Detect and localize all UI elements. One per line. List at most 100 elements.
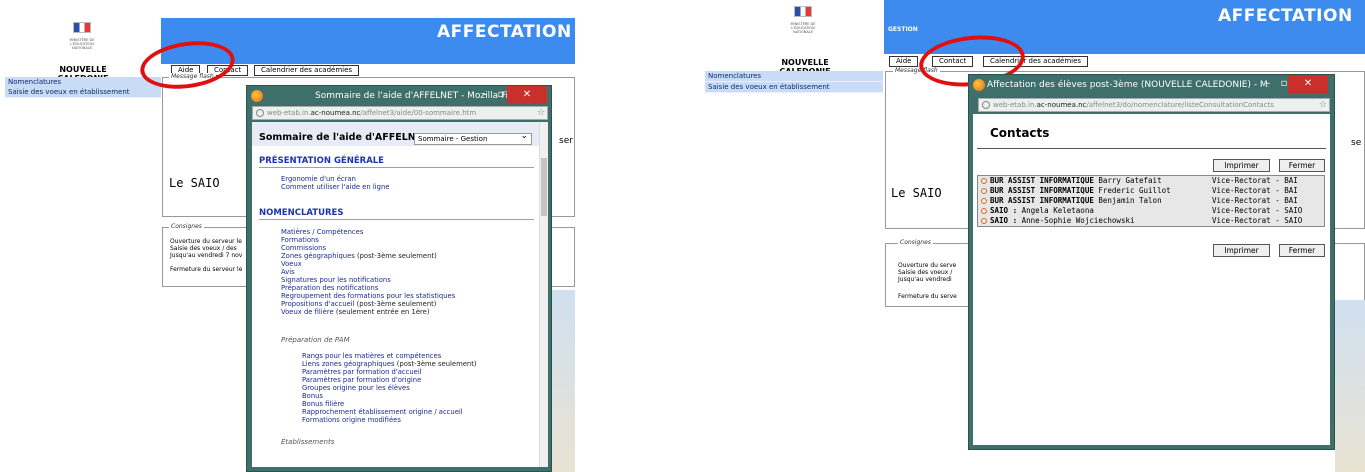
help-link-label[interactable]: Matières / Compétences [281, 228, 363, 236]
help-link[interactable]: Zones géographiques (post-3ème seulement… [281, 252, 437, 260]
help-link-label[interactable]: Paramètres par formation d'accueil [302, 368, 422, 376]
help-link-label[interactable]: Rangs pour les matières et compétences [302, 352, 441, 360]
help-link[interactable]: Voeux de filière (seulement entrée en 1è… [281, 308, 430, 316]
contact-name: SAIO : Angela Keletaona [990, 206, 1094, 216]
divider [259, 219, 534, 220]
contact-name: BUR ASSIST INFORMATIQUE Benjamin Talon [990, 196, 1162, 206]
help-link-label[interactable]: Zones géographiques [281, 252, 355, 260]
help-link-label[interactable]: Formations origine modifiées [302, 416, 401, 424]
help-link[interactable]: Groupes origine pour les élèves [302, 384, 410, 392]
help-scrollbar[interactable] [539, 122, 548, 467]
left-screenshot: MINISTÈRE DE L'ÉDUCATION NATIONALE NOUVE… [0, 0, 575, 472]
close-icon[interactable]: ✕ [507, 86, 547, 104]
consignes-legend: Consignes [898, 239, 933, 246]
contacts-window-title: Affectation des élèves post-3ème (NOUVEL… [987, 80, 1269, 90]
close-button[interactable]: Fermer [1279, 244, 1325, 257]
url-domain: ac-noumea.nc [1036, 101, 1087, 109]
help-link-label[interactable]: Paramètres par formation d'origine [302, 376, 421, 384]
help-link[interactable]: Liens zones géographiques (post-3ème seu… [302, 360, 477, 368]
saio-text: Le SAIO [891, 186, 942, 200]
help-link[interactable]: Regroupement des formations pour les sta… [281, 292, 455, 300]
help-link[interactable]: Voeux [281, 260, 302, 268]
consignes-line: Ouverture du serve [898, 262, 957, 269]
bullet-icon [981, 188, 987, 194]
help-link[interactable]: Ergonomie d'un écran [281, 175, 356, 183]
url-bar[interactable]: web-etab.in.ac-noumea.nc/affelnet3/aide/… [252, 106, 548, 120]
help-link[interactable]: Matières / Compétences [281, 228, 363, 236]
help-link-label[interactable]: Voeux de filière [281, 308, 334, 316]
help-link-label[interactable]: Signatures pour les notifications [281, 276, 391, 284]
contact-role: SAIO : [990, 216, 1018, 225]
contact-role: BUR ASSIST INFORMATIQUE [990, 196, 1094, 205]
help-link-label[interactable]: Avis [281, 268, 295, 276]
top-strip [0, 0, 575, 15]
sidebar-item-saisie[interactable]: Saisie des voeux en établissement [705, 82, 883, 93]
help-link-label[interactable]: Regroupement des formations pour les sta… [281, 292, 455, 300]
bullet-icon [981, 208, 987, 214]
help-link-label[interactable]: Préparation des notifications [281, 284, 378, 292]
scroll-thumb[interactable] [541, 158, 547, 216]
globe-icon [982, 101, 990, 109]
url-prefix: web-etab.in. [993, 101, 1037, 109]
help-link-label[interactable]: Commissions [281, 244, 326, 252]
help-link[interactable]: Rapprochement établissement origine / ac… [302, 408, 463, 416]
help-link[interactable]: Bonus filière [302, 400, 344, 408]
help-link[interactable]: Paramètres par formation d'accueil [302, 368, 422, 376]
bookmark-icon[interactable]: ☆ [1319, 99, 1327, 111]
contacts-table: BUR ASSIST INFORMATIQUE Barry Gatefait Vi… [977, 175, 1325, 227]
help-link-label[interactable]: Formations [281, 236, 319, 244]
divider [977, 148, 1326, 149]
contact-role: BUR ASSIST INFORMATIQUE [990, 176, 1094, 185]
sidebar-item-nomenclatures[interactable]: Nomenclatures [705, 71, 883, 82]
help-link[interactable]: Commissions [281, 244, 326, 252]
contact-org: Vice-Rectorat - BAI [1212, 176, 1298, 185]
close-button[interactable]: Fermer [1279, 159, 1325, 172]
contact-role: SAIO : [990, 206, 1018, 215]
url-domain: ac-noumea.nc [310, 109, 361, 117]
contacts-body: Contacts Imprimer Fermer BUR ASSIST INFO… [973, 114, 1330, 445]
consignes-line: Fermeture du serve [898, 293, 957, 300]
ministry-text: MINISTÈRE DE L'ÉDUCATION NATIONALE [790, 22, 816, 34]
help-link-label[interactable]: Groupes origine pour les élèves [302, 384, 410, 392]
help-link[interactable]: Paramètres par formation d'origine [302, 376, 421, 384]
help-link-label[interactable]: Propositions d'accueil [281, 300, 355, 308]
help-link-note: (post-3ème seulement) [354, 252, 437, 260]
consignes-line: Saisie des voeux / [898, 269, 953, 276]
contact-name: BUR ASSIST INFORMATIQUE Frederic Guillot [990, 186, 1171, 196]
table-row: BUR ASSIST INFORMATIQUE Frederic Guillot… [978, 186, 1324, 196]
help-link-label[interactable]: Bonus filière [302, 400, 344, 408]
consignes-line: Fermeture du serveur le [170, 266, 243, 273]
sommaire-select[interactable]: Sommaire - Gestion [414, 131, 532, 145]
minimize-icon[interactable]: – [1260, 75, 1276, 95]
close-icon[interactable]: ✕ [1288, 75, 1328, 93]
help-link[interactable]: Rangs pour les matières et compétences [302, 352, 441, 360]
bookmark-icon[interactable]: ☆ [537, 107, 545, 119]
contact-person: Frederic Guillot [1098, 186, 1171, 195]
help-link[interactable]: Avis [281, 268, 295, 276]
help-link-label[interactable]: Rapprochement établissement origine / ac… [302, 408, 463, 416]
help-link[interactable]: Bonus [302, 392, 323, 400]
help-link[interactable]: Propositions d'accueil (post-3ème seulem… [281, 300, 436, 308]
url-bar[interactable]: web-etab.in.ac-noumea.nc/affelnet3/do/no… [978, 98, 1330, 112]
help-link[interactable]: Préparation des notifications [281, 284, 378, 292]
consignes-line: Jusqu'au vendredi 7 nov [170, 252, 243, 259]
help-link-label[interactable]: Bonus [302, 392, 323, 400]
help-link[interactable]: Formations [281, 236, 319, 244]
calendrier-button[interactable]: Calendrier des académies [254, 65, 360, 76]
help-link-label[interactable]: Liens zones géographiques [302, 360, 395, 368]
help-link-label[interactable]: Voeux [281, 260, 302, 268]
help-link[interactable]: Formations origine modifiées [302, 416, 401, 424]
cut-text: ser [559, 136, 573, 146]
help-link[interactable]: Signatures pour les notifications [281, 276, 391, 284]
table-row: BUR ASSIST INFORMATIQUE Benjamin Talon Vi… [978, 196, 1324, 206]
help-header: Sommaire de l'aide d'AFFELNET Sommaire -… [252, 122, 548, 146]
minimize-icon[interactable]: – [477, 86, 493, 106]
print-button[interactable]: Imprimer [1213, 159, 1270, 172]
table-row: BUR ASSIST INFORMATIQUE Barry Gatefait Vi… [978, 176, 1324, 186]
table-row: SAIO : Anne-Sophie Wojciechowski Vice-Rec… [978, 216, 1324, 226]
help-link[interactable]: Comment utiliser l'aide en ligne [281, 183, 389, 191]
print-button[interactable]: Imprimer [1213, 244, 1270, 257]
aide-button[interactable]: Aide [889, 56, 919, 67]
sidebar-item-saisie[interactable]: Saisie des voeux en établissement [5, 87, 161, 98]
background-photo [1335, 300, 1365, 472]
